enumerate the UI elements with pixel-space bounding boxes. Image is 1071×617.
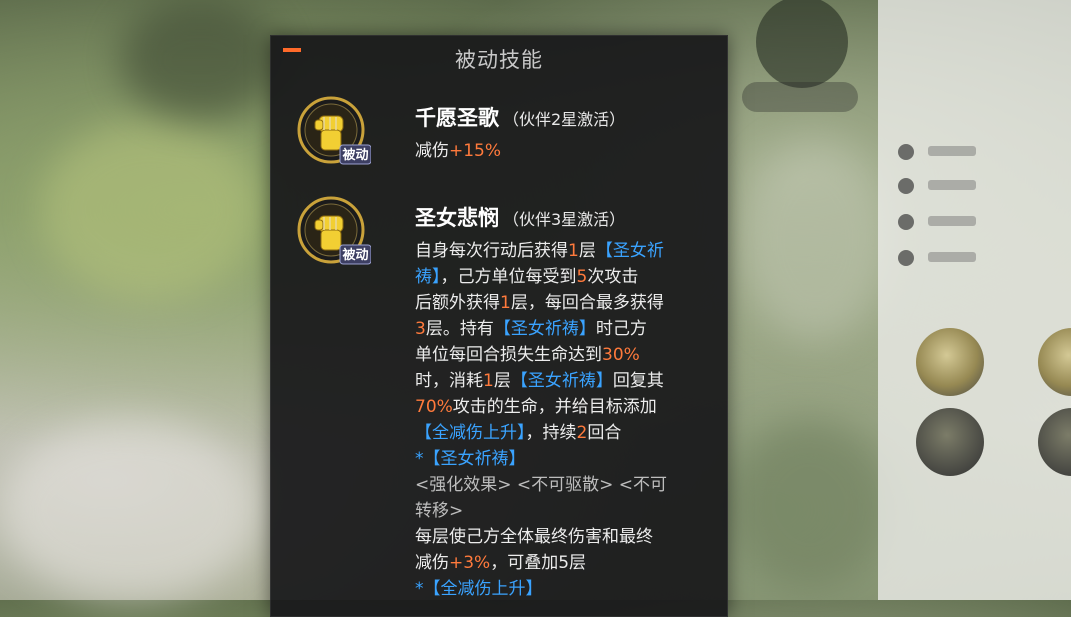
desc-line: 3层。持有【圣女祈祷】时己方 [415, 314, 647, 339]
skill-2-activation: （伙伴3星激活） [503, 210, 626, 229]
desc-line: 自身每次行动后获得1层【圣女祈 [415, 236, 664, 261]
buff-tag-link[interactable]: 【圣女祈祷】 [494, 319, 596, 339]
buff-properties: <强化效果> <不可驱散> <不可 [415, 475, 668, 495]
buff-tag-link[interactable]: 【圣女祈 [596, 241, 664, 261]
desc-text: 攻击的生命，并给目标添加 [452, 397, 657, 417]
desc-text: ，持续 [525, 423, 577, 443]
desc-text: 单位每回合损失生命达到 [415, 345, 602, 365]
buff-definition-title[interactable]: *【圣女祈祷】 [415, 444, 526, 469]
skill-2-icon[interactable]: 被动 [297, 196, 372, 270]
skill-2-badge: 被动 [341, 247, 368, 263]
desc-text: 回复其 [612, 371, 664, 391]
skill-2-name: 圣女悲悯 [415, 206, 499, 230]
minimap-circle[interactable] [756, 0, 848, 88]
desc-line: 每层使己方全体最终伤害和最终 [415, 527, 653, 547]
desc-line: 减伤+3%，可叠加5层 [415, 548, 586, 573]
desc-text: 层，每回合最多获得 [510, 293, 664, 313]
buff-tag-link[interactable]: 祷】 [415, 267, 441, 287]
desc-line: 【全减伤上升】，持续2回合 [415, 418, 621, 443]
desc-text: ，可叠加5层 [490, 553, 587, 573]
desc-text: 后额外获得 [415, 293, 500, 313]
desc-text: 层。持有 [425, 319, 494, 339]
desc-text: 层 [578, 241, 596, 261]
desc-number: 30% [602, 345, 640, 365]
buff-properties: 转移> [415, 501, 464, 521]
minimap-label-pill [742, 82, 858, 112]
panel-title: 被动技能 [455, 48, 543, 72]
raised-fist-icon: 被动 [297, 196, 372, 265]
desc-number: 5 [576, 267, 588, 287]
skill-2-title: 圣女悲悯 （伙伴3星激活） [415, 202, 625, 232]
desc-number: 1 [483, 371, 494, 391]
desc-number: 1 [568, 241, 579, 261]
buff-tag-link[interactable]: 【圣女祈祷】 [511, 371, 613, 391]
desc-text: 层 [493, 371, 511, 391]
desc-line: 单位每回合损失生命达到30% [415, 340, 640, 365]
skill-1-icon[interactable]: 被动 [297, 96, 372, 170]
desc-line: 70%攻击的生命，并给目标添加 [415, 392, 657, 417]
skill-1-activation: （伙伴2星激活） [503, 110, 626, 129]
desc-line: 时，消耗1层【圣女祈祷】回复其 [415, 366, 664, 391]
skill-1-effect: 减伤+15% [415, 136, 501, 161]
skill-1-name: 千愿圣歌 [415, 106, 499, 130]
desc-text: 减伤 [415, 553, 449, 573]
desc-number: 1 [500, 293, 511, 313]
desc-number: 70% [415, 397, 453, 417]
desc-text: 时己方 [595, 319, 647, 339]
desc-text: ，己方单位每受到 [440, 267, 577, 287]
effect-label: 减伤 [415, 141, 449, 161]
desc-text: 次攻击 [587, 267, 639, 287]
effect-value: +15% [449, 141, 502, 161]
desc-text: 自身每次行动后获得 [415, 241, 568, 261]
buff-definition-title[interactable]: *【全减伤上升】 [415, 574, 543, 599]
desc-text: 时，消耗 [415, 371, 483, 391]
side-panel [878, 0, 1071, 600]
desc-number: 3 [415, 319, 426, 339]
raised-fist-icon: 被动 [297, 96, 372, 165]
skill-1-title: 千愿圣歌 （伙伴2星激活） [415, 102, 625, 132]
desc-line: 后额外获得1层，每回合最多获得 [415, 288, 664, 313]
skill-1-badge: 被动 [341, 147, 368, 163]
desc-line: 祷】，己方单位每受到5次攻击 [415, 262, 638, 287]
desc-number: 2 [576, 423, 588, 443]
buff-tag-link[interactable]: 【全减伤上升】 [415, 423, 526, 443]
desc-text: 回合 [587, 423, 622, 443]
passive-skill-tooltip: 被动技能 被动 千愿圣歌 （伙伴2星激活） 减伤+15% 被动 圣女悲悯 （伙伴… [270, 35, 728, 617]
desc-number: +3% [449, 553, 491, 573]
